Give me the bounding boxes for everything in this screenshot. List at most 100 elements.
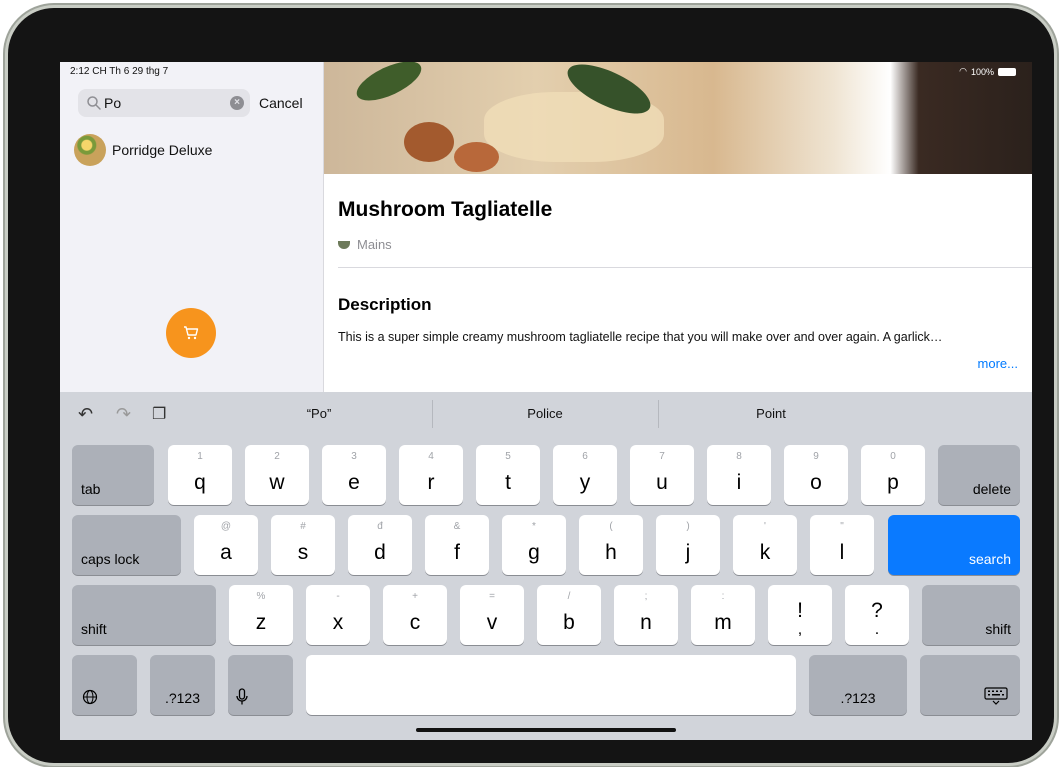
key-2-row1-label: e [348,471,360,494]
key-6-row3[interactable]: :m [691,585,755,645]
key-2-row2-label: d [374,541,386,564]
key-5-row3[interactable]: ; n [614,585,678,645]
key-0-row2[interactable]: @ a [194,515,258,575]
globe-key[interactable] [72,655,137,715]
search-key[interactable]: search [888,515,1020,575]
recipe-category: Mains [338,237,392,252]
key-8-row2-label: l [839,541,845,564]
numbers-key-left[interactable]: .?123 [150,655,215,715]
space-key[interactable] [306,655,796,715]
status-indicators: ◠ 100% [959,66,1016,77]
key-2-row3[interactable]: + c [383,585,447,645]
search-icon [87,96,101,110]
key-1-row1[interactable]: 2w [245,445,309,505]
tab-key[interactable]: tab [72,445,154,505]
cancel-button[interactable]: Cancel [259,95,303,111]
key-9-row1[interactable]: 0p [861,445,925,505]
key-5-row1-label: y [579,471,591,494]
key-6-row1-alt: 7 [659,451,665,462]
key-8-row2[interactable]: " l [810,515,874,575]
key-2-row1[interactable]: 3e [322,445,386,505]
dictation-key[interactable] [228,655,293,715]
key-7-row2-label: k [759,541,771,564]
key-6-row2[interactable]: ) j [656,515,720,575]
key-8-row2-alt: " [840,521,844,532]
recipe-title: Mushroom Tagliatelle [338,198,553,221]
key-4-row1-alt: 5 [505,451,511,462]
key-2-row3-alt: + [412,591,418,602]
key-0-row3[interactable]: % z [229,585,293,645]
key-8-row1[interactable]: 9o [784,445,848,505]
screen: 2:12 CH Th 6 29 thg 7 Po × Cancel Porrid… [60,62,1032,740]
key-4-row3[interactable]: / b [537,585,601,645]
key-7-row2[interactable]: ' k [733,515,797,575]
shift-left-key[interactable]: shift [72,585,216,645]
key-5-row1[interactable]: 6y [553,445,617,505]
key-0-row2-label: a [220,541,232,564]
suggestion-2[interactable]: Police [432,406,658,421]
key-7-row2-alt: ' [764,521,766,532]
search-result-label: Porridge Deluxe [112,142,213,158]
key-1-row3[interactable]: -x [306,585,370,645]
key-1-row2-alt: # [300,521,306,532]
key-5-row2[interactable]: (h [579,515,643,575]
redo-icon[interactable]: ↷ [116,404,131,425]
key-7-row3[interactable]: !, [768,585,832,645]
numbers-key-right-label: .?123 [840,690,876,706]
key-3-row3[interactable]: = v [460,585,524,645]
undo-icon[interactable]: ↶ [78,404,93,425]
ipad-frame: 2:12 CH Th 6 29 thg 7 Po × Cancel Porrid… [8,8,1054,763]
key-9-row1-label: p [887,471,899,494]
key-3-row2-label: f [454,541,460,564]
description-text: This is a super simple creamy mushroom t… [338,330,943,344]
key-3-row2[interactable]: & f [425,515,489,575]
key-2-row1-alt: 3 [351,451,357,462]
globe-icon [82,689,98,705]
key-4-row3-label: b [563,611,575,634]
key-7-row1-alt: 8 [736,451,742,462]
key-0-row3-alt: % [256,591,266,602]
battery-percent: 100% [970,66,994,77]
porridge-thumbnail [74,134,106,166]
delete-key[interactable]: delete [938,445,1020,505]
key-8-row3[interactable]: ?. [845,585,909,645]
key-0-row1[interactable]: 1q [168,445,232,505]
key-7-row1-label: i [736,471,742,494]
key-1-row3-alt: - [336,591,340,602]
punctuation-sub: . [874,621,880,638]
key-8-row3-label: ? [871,599,883,622]
key-0-row1-label: q [194,471,206,494]
suggestion-1[interactable]: “Po” [206,406,432,421]
dismiss-keyboard-key[interactable] [920,655,1020,715]
more-link[interactable]: more... [978,356,1018,371]
search-result-item[interactable]: Porridge Deluxe [74,134,212,166]
numbers-key-right[interactable]: .?123 [809,655,907,715]
sidebar: 2:12 CH Th 6 29 thg 7 Po × Cancel Porrid… [60,62,324,392]
key-0-row1-alt: 1 [197,451,203,462]
key-5-row3-alt: ; [644,591,648,602]
search-input[interactable]: Po × [78,89,250,117]
caps-lock-key[interactable]: caps lock [72,515,181,575]
microphone-icon [236,688,248,705]
key-4-row1[interactable]: 5t [476,445,540,505]
key-3-row3-alt: = [489,591,495,602]
recipe-hero-image: ◠ 100% [324,62,1032,174]
key-6-row1[interactable]: 7u [630,445,694,505]
key-1-row1-alt: 2 [274,451,280,462]
key-4-row2[interactable]: * g [502,515,566,575]
suggestion-3[interactable]: Point [658,406,884,421]
key-4-row1-label: t [505,471,511,494]
key-5-row3-label: n [640,611,652,634]
cart-button[interactable] [166,308,216,358]
key-4-row2-alt: * [532,521,536,532]
key-3-row1[interactable]: 4r [399,445,463,505]
paste-icon[interactable]: ❐ [152,404,166,424]
shift-right-key[interactable]: shift [922,585,1020,645]
clear-icon[interactable]: × [230,96,244,110]
key-6-row1-label: u [656,471,668,494]
key-1-row2[interactable]: # s [271,515,335,575]
key-7-row1[interactable]: 8i [707,445,771,505]
status-time-date: 2:12 CH Th 6 29 thg 7 [70,66,169,77]
numbers-key-left-label: .?123 [164,690,201,706]
key-2-row2[interactable]: đd [348,515,412,575]
